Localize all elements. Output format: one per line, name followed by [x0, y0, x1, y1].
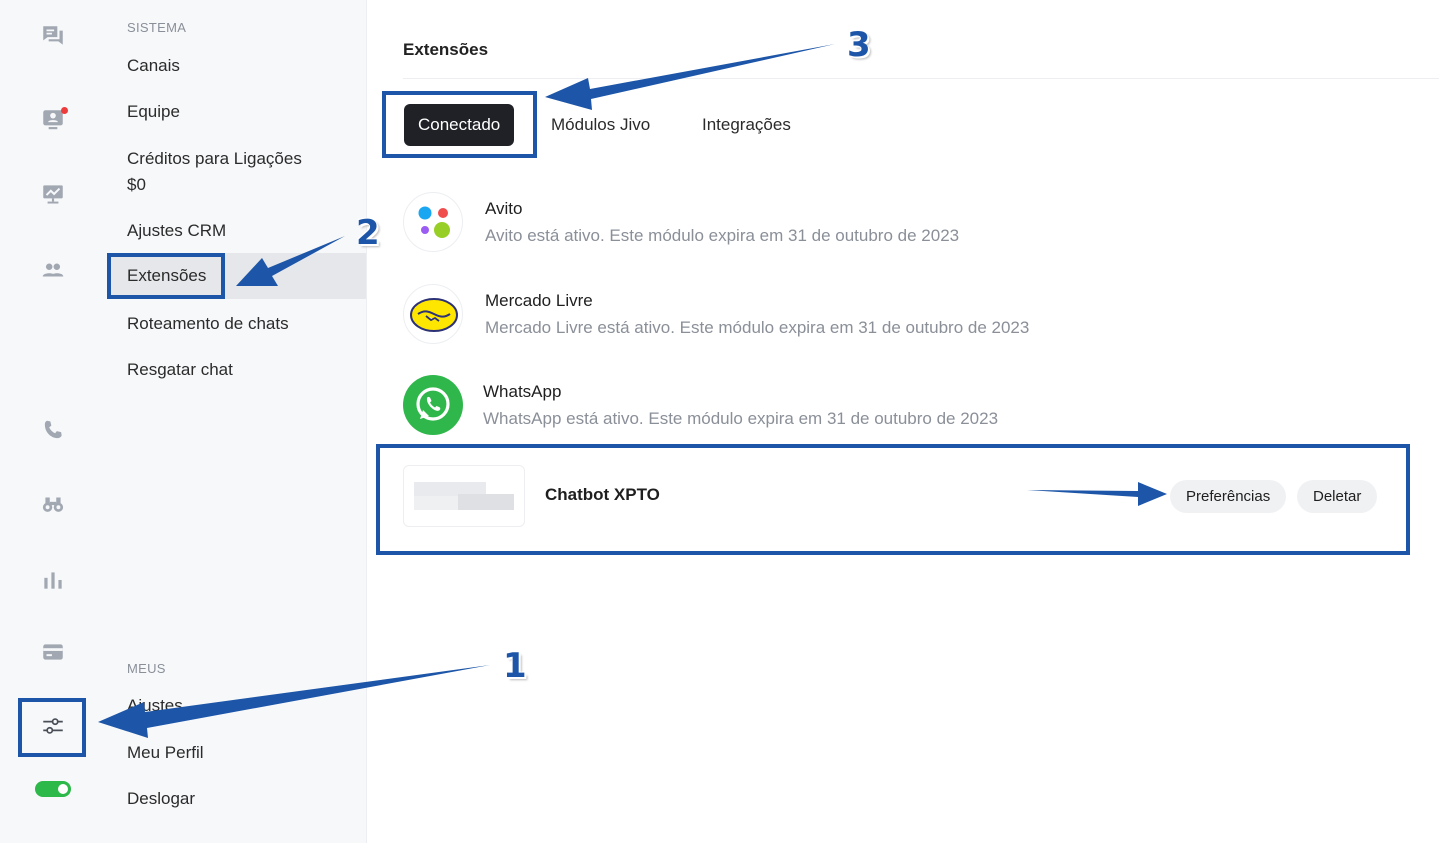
card-icon[interactable] [37, 636, 69, 668]
team-icon[interactable] [37, 254, 69, 286]
online-status-toggle[interactable] [35, 781, 71, 797]
credits-balance: $0 [127, 175, 146, 194]
header-divider [403, 78, 1439, 79]
menu-item-creditos[interactable]: Créditos para Ligações $0 [108, 146, 366, 198]
menu-item-label: Roteamento de chats [127, 314, 289, 333]
bar-chart-icon[interactable] [37, 564, 69, 596]
menu-item-roteamento[interactable]: Roteamento de chats [108, 311, 366, 337]
annotation-number-2: 2 [356, 213, 380, 253]
section-label-system: SISTEMA [127, 20, 187, 35]
annotation-box-settings [18, 698, 86, 757]
page-title: Extensões [403, 40, 489, 59]
tab-integracoes[interactable]: Integrações [702, 104, 791, 146]
extension-name: Avito [485, 199, 523, 218]
annotation-box-chatbot [376, 444, 1410, 555]
menu-item-ajustes-crm[interactable]: Ajustes CRM [108, 218, 366, 244]
menu-item-resgatar[interactable]: Resgatar chat [108, 357, 366, 383]
section-label-mine: MEUS [127, 661, 166, 676]
menu-item-label: Equipe [127, 102, 180, 121]
menu-item-meu-perfil[interactable]: Meu Perfil [108, 740, 366, 766]
mercado-livre-logo-icon [403, 284, 463, 344]
extension-status: Mercado Livre está ativo. Este módulo ex… [485, 318, 1030, 337]
whatsapp-logo-icon [403, 375, 463, 435]
binoculars-icon[interactable] [37, 488, 69, 520]
operator-icon[interactable] [37, 104, 69, 136]
avito-logo-icon [403, 192, 463, 252]
extension-status: Avito está ativo. Este módulo expira em … [485, 226, 960, 245]
extension-name: WhatsApp [483, 382, 562, 401]
menu-item-label: Canais [127, 56, 180, 75]
chat-bubbles-icon[interactable] [37, 20, 69, 52]
annotation-number-1: 1 [503, 646, 527, 686]
extension-name: Mercado Livre [485, 291, 593, 310]
menu-item-canais[interactable]: Canais [108, 53, 366, 79]
presentation-chart-icon[interactable] [37, 178, 69, 210]
menu-item-label: Créditos para Ligações [127, 149, 302, 168]
menu-item-label: Deslogar [127, 789, 196, 808]
annotation-box-extensoes [107, 253, 225, 299]
settings-menu: SISTEMA Canais Equipe Créditos para Liga… [108, 0, 367, 843]
phone-icon[interactable] [37, 414, 69, 446]
menu-item-equipe[interactable]: Equipe [108, 99, 366, 125]
menu-item-label: Meu Perfil [127, 743, 204, 762]
menu-item-deslogar[interactable]: Deslogar [108, 786, 366, 812]
notification-dot [61, 107, 68, 114]
extension-status: WhatsApp está ativo. Este módulo expira … [483, 409, 999, 428]
tab-modulos-jivo[interactable]: Módulos Jivo [551, 104, 650, 146]
annotation-box-tab [382, 91, 537, 158]
annotation-number-3: 3 [847, 25, 871, 65]
menu-item-ajustes[interactable]: Ajustes [108, 693, 366, 719]
menu-item-label: Resgatar chat [127, 360, 233, 379]
menu-item-label: Ajustes [127, 696, 183, 715]
menu-item-label: Ajustes CRM [127, 221, 227, 240]
